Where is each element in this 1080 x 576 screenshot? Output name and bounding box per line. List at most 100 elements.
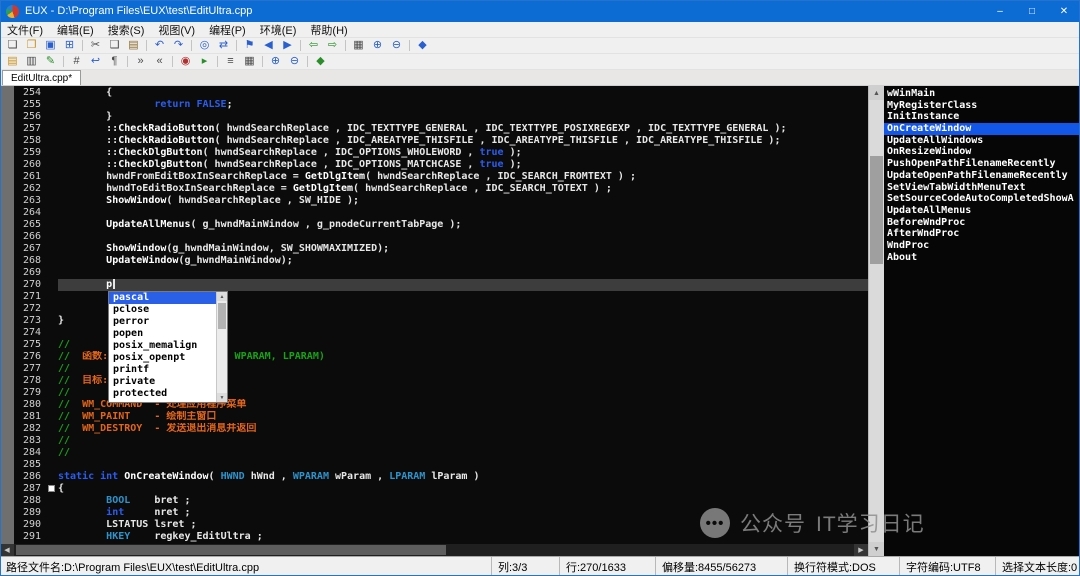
project-view-button[interactable]: ▥ [22,54,41,69]
autocomplete-item[interactable]: protected [109,388,216,400]
save-all-button[interactable]: ⊞ [60,38,79,53]
code-line-283[interactable]: 283// [0,435,868,447]
code-line-254[interactable]: 254 { [0,87,868,99]
autocomplete-item[interactable]: posix_memalign [109,340,216,352]
word-wrap-button[interactable]: ↩ [86,54,105,69]
function-list-item[interactable]: MyRegisterClass [884,100,1080,112]
window-tile-button[interactable]: ▦ [349,38,368,53]
minimize-button[interactable]: – [984,0,1016,22]
function-list-item[interactable]: OnResizeWindow [884,146,1080,158]
menu-item-file[interactable]: 文件(F) [0,22,50,37]
zoom-in-button[interactable]: ⊕ [368,38,387,53]
build-button[interactable]: ◆ [311,54,330,69]
code-line-261[interactable]: 261 hwndFromEditBoxInSearchReplace = Get… [0,171,868,183]
function-list-item[interactable]: OnCreateWindow [884,123,1080,135]
scroll-down-icon[interactable]: ▼ [869,542,884,556]
menu-item-edit[interactable]: 编辑(E) [50,22,101,37]
function-list-item[interactable]: BeforeWndProc [884,217,1080,229]
code-line-256[interactable]: 256 } [0,111,868,123]
fold-marker-icon[interactable] [48,485,55,492]
zoom-out-button[interactable]: ⊖ [387,38,406,53]
bookmark-prev-button[interactable]: ◀ [259,38,278,53]
scroll-up-icon[interactable]: ▲ [217,292,227,301]
function-list-item[interactable]: WndProc [884,240,1080,252]
function-list-item[interactable]: SetViewTabWidthMenuText [884,182,1080,194]
code-line-270[interactable]: 270 p [0,279,868,291]
autocomplete-item[interactable]: private [109,376,216,388]
code-line-286[interactable]: 286static int OnCreateWindow( HWND hWnd … [0,471,868,483]
code-line-285[interactable]: 285 [0,459,868,471]
code-line-267[interactable]: 267 ShowWindow(g_hwndMainWindow, SW_SHOW… [0,243,868,255]
hex-view-button[interactable]: # [67,54,86,69]
editor-pane[interactable]: 254 {255 return FALSE;256 }257 ::CheckRa… [0,86,868,556]
function-list-item[interactable]: PushOpenPathFilenameRecently [884,158,1080,170]
autocomplete-item[interactable]: posix_openpt [109,352,216,364]
vertical-scrollbar[interactable]: ▲ ▼ [868,86,884,556]
vscroll-thumb[interactable] [870,156,883,264]
code-line-258[interactable]: 258 ::CheckRadioButton( hwndSearchReplac… [0,135,868,147]
edit-scheme-button[interactable]: ✎ [41,54,60,69]
autocomplete-scrollbar[interactable]: ▲ ▼ [216,292,227,402]
code-line-263[interactable]: 263 ShowWindow( hwndSearchReplace , SW_H… [0,195,868,207]
function-list-item[interactable]: UpdateAllWindows [884,135,1080,147]
code-line-266[interactable]: 266 [0,231,868,243]
code-line-265[interactable]: 265 UpdateAllMenus( g_hwndMainWindow , g… [0,219,868,231]
hscroll-thumb[interactable] [16,545,446,555]
code-line-259[interactable]: 259 ::CheckDlgButton( hwndSearchReplace … [0,147,868,159]
horizontal-scrollbar[interactable]: ◀ ▶ [0,544,868,556]
copy-button[interactable]: ❑ [105,38,124,53]
code-line-264[interactable]: 264 [0,207,868,219]
function-list-item[interactable]: InitInstance [884,111,1080,123]
code-line-262[interactable]: 262 hwndToEditBoxInSearchReplace = GetDl… [0,183,868,195]
function-list-item[interactable]: About [884,252,1080,264]
code-line-269[interactable]: 269 [0,267,868,279]
scroll-down-icon[interactable]: ▼ [217,393,227,402]
bookmark-toggle-button[interactable]: ⚑ [240,38,259,53]
paste-button[interactable]: ▤ [124,38,143,53]
autocomplete-item[interactable]: pclose [109,304,216,316]
menu-item-environment[interactable]: 环境(E) [253,22,304,37]
open-file-button[interactable]: ❐ [22,38,41,53]
nav-forward-button[interactable]: ⇨ [323,38,342,53]
outdent-button[interactable]: « [150,54,169,69]
code-line-255[interactable]: 255 return FALSE; [0,99,868,111]
autocomplete-item[interactable]: pascal [109,292,216,304]
function-list-item[interactable]: UpdateOpenPathFilenameRecently [884,170,1080,182]
options-button[interactable]: ◆ [413,38,432,53]
hscroll-track[interactable] [14,544,854,556]
code-line-257[interactable]: 257 ::CheckRadioButton( hwndSearchReplac… [0,123,868,135]
save-file-button[interactable]: ▣ [41,38,60,53]
code-line-281[interactable]: 281// WM_PAINT - 绘制主窗口 [0,411,868,423]
undo-button[interactable]: ↶ [150,38,169,53]
indent-button[interactable]: » [131,54,150,69]
autocomplete-item[interactable]: printf [109,364,216,376]
code-line-284[interactable]: 284// [0,447,868,459]
menu-item-search[interactable]: 搜索(S) [101,22,152,37]
scroll-right-icon[interactable]: ▶ [854,544,868,556]
menu-item-program[interactable]: 编程(P) [202,22,253,37]
menu-item-help[interactable]: 帮助(H) [303,22,354,37]
file-tree-button[interactable]: ▤ [3,54,22,69]
code-line-268[interactable]: 268 UpdateWindow(g_hwndMainWindow); [0,255,868,267]
function-list-item[interactable]: SetSourceCodeAutoCompletedShowA [884,193,1080,205]
code-line-288[interactable]: 288 BOOL bret ; [0,495,868,507]
code-line-260[interactable]: 260 ::CheckDlgButton( hwndSearchReplace … [0,159,868,171]
autocomplete-item[interactable]: popen [109,328,216,340]
nav-back-button[interactable]: ⇦ [304,38,323,53]
scroll-up-icon[interactable]: ▲ [869,86,884,100]
file-compare-button[interactable]: ▦ [240,54,259,69]
function-list-item[interactable]: UpdateAllMenus [884,205,1080,217]
show-formatting-button[interactable]: ¶ [105,54,124,69]
tab-editultra-cpp[interactable]: EditUltra.cpp* [2,70,81,85]
cut-button[interactable]: ✂ [86,38,105,53]
function-list-item[interactable]: AfterWndProc [884,228,1080,240]
code-line-287[interactable]: 287{ [0,483,868,495]
bookmark-next-button[interactable]: ▶ [278,38,297,53]
replace-button[interactable]: ⇄ [214,38,233,53]
find-button[interactable]: ◎ [195,38,214,53]
macro-play-button[interactable]: ▸ [195,54,214,69]
autocomplete-scroll-thumb[interactable] [218,303,226,329]
menu-item-view[interactable]: 视图(V) [151,22,202,37]
function-list-item[interactable]: wWinMain [884,88,1080,100]
scroll-left-icon[interactable]: ◀ [0,544,14,556]
